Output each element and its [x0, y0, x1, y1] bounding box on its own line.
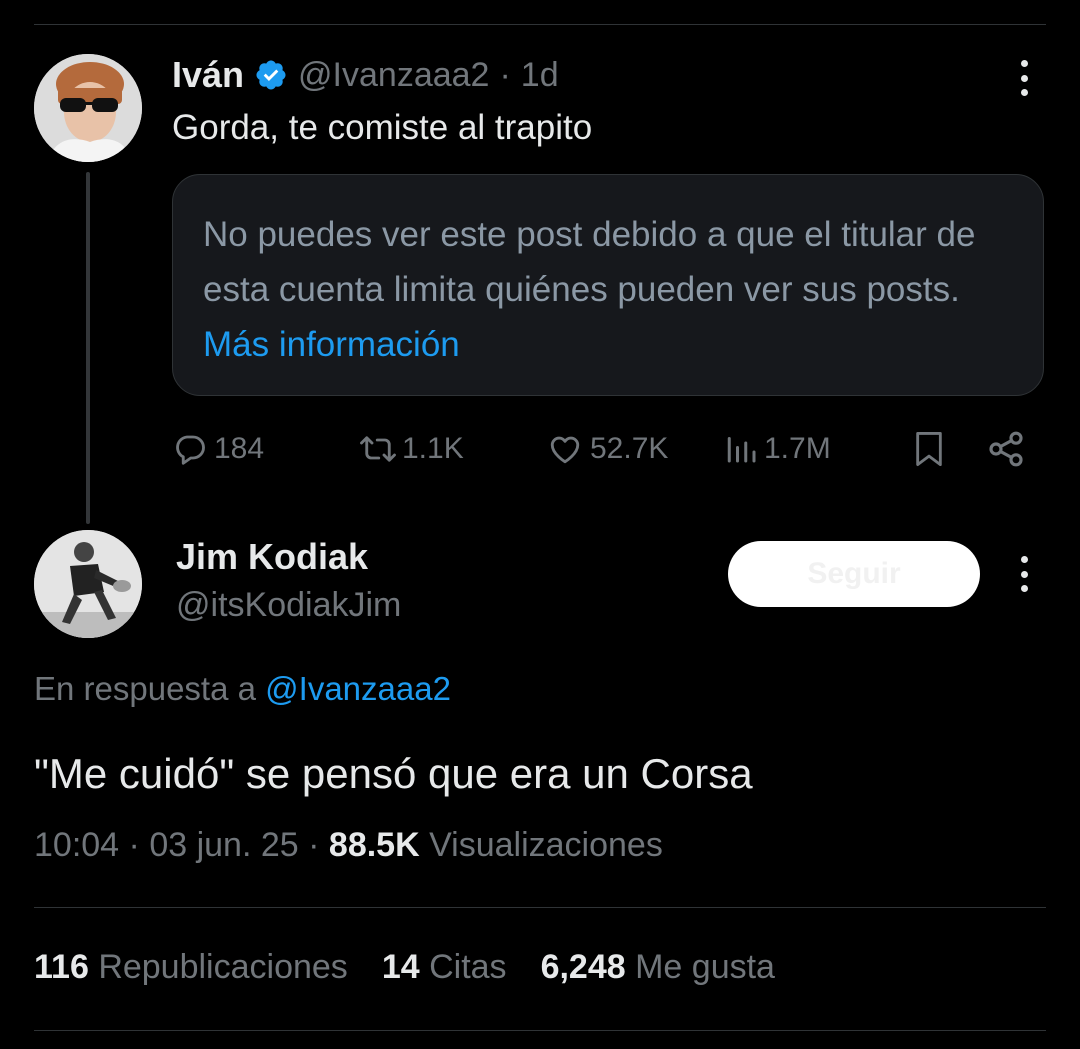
post-time[interactable]: 1d: [521, 56, 559, 95]
quotes-stat[interactable]: 14 Citas: [382, 948, 507, 987]
reply-more-options-icon[interactable]: [1014, 554, 1034, 594]
separator-dot: ·: [128, 826, 140, 864]
reply-button[interactable]: 184: [172, 426, 264, 472]
parent-post-text: Gorda, te comiste al trapito: [172, 108, 593, 147]
bookmark-button[interactable]: [912, 426, 946, 472]
views-count: 88.5K: [328, 826, 420, 864]
avatar-jim-image: [34, 530, 142, 638]
quotes-count: 14: [381, 948, 420, 986]
avatar-ivan[interactable]: [34, 54, 142, 162]
views-label: Visualizaciones: [429, 826, 663, 864]
likes-stat[interactable]: 6,248 Me gusta: [541, 948, 775, 987]
reposts-count: 116: [34, 948, 89, 986]
share-button[interactable]: [986, 426, 1026, 472]
separator-dot: ·: [499, 55, 511, 94]
avatar-ivan-image: [34, 54, 142, 162]
more-options-icon[interactable]: [1014, 58, 1034, 98]
repost-count: 1.1K: [402, 432, 464, 465]
heart-icon: [550, 436, 580, 464]
views-chart-icon: [727, 437, 756, 463]
share-icon: [989, 431, 1023, 467]
reposts-stat[interactable]: 116 Republicaciones: [34, 948, 348, 987]
like-button[interactable]: 52.7K: [546, 426, 668, 472]
thread-line: [86, 172, 90, 524]
divider: [34, 907, 1046, 908]
engagement-stats: 116 Republicaciones 14 Citas 6,248 Me gu…: [34, 948, 809, 987]
views-count: 1.7M: [764, 432, 831, 465]
reply-icon: [176, 435, 205, 465]
like-count: 52.7K: [590, 432, 669, 465]
reply-to-handle-link[interactable]: @Ivanzaaa2: [265, 670, 451, 707]
divider: [34, 1030, 1046, 1031]
avatar-jim[interactable]: [34, 530, 142, 638]
parent-post-header: Iván @Ivanzaaa2 · 1d: [172, 52, 559, 98]
top-divider: [34, 24, 1046, 25]
bookmark-icon: [916, 432, 942, 467]
reply-count: 184: [214, 432, 265, 465]
views-button[interactable]: 1.7M: [724, 426, 831, 472]
reply-to-label: En respuesta a: [34, 670, 256, 707]
author-name[interactable]: Iván: [172, 54, 244, 96]
repost-icon: [360, 436, 396, 462]
verified-badge-icon: [256, 60, 286, 90]
post-meta: 10:04 · 03 jun. 25 · 88.5K Visualizacion…: [34, 826, 663, 865]
author-handle[interactable]: @Ivanzaaa2: [298, 56, 489, 95]
reposts-label: Republicaciones: [98, 948, 348, 986]
likes-label: Me gusta: [635, 948, 775, 986]
likes-count: 6,248: [540, 948, 626, 986]
repost-button[interactable]: 1.1K: [356, 426, 464, 472]
post-time[interactable]: 10:04: [34, 826, 119, 864]
reply-author-handle[interactable]: @itsKodiakJim: [176, 586, 401, 625]
reply-context: En respuesta a @Ivanzaaa2: [34, 670, 451, 708]
quotes-label: Citas: [429, 948, 507, 986]
more-info-link[interactable]: Más información: [203, 325, 460, 364]
reply-author-name[interactable]: Jim Kodiak: [176, 536, 368, 578]
reply-post-text: "Me cuidó" se pensó que era un Corsa: [34, 750, 753, 797]
post-date[interactable]: 03 jun. 25: [149, 826, 298, 864]
notice-text: No puedes ver este post debido a que el …: [203, 215, 976, 309]
restricted-post-notice: No puedes ver este post debido a que el …: [172, 174, 1044, 396]
separator-dot: ·: [308, 826, 320, 864]
follow-button[interactable]: Seguir: [728, 541, 980, 607]
